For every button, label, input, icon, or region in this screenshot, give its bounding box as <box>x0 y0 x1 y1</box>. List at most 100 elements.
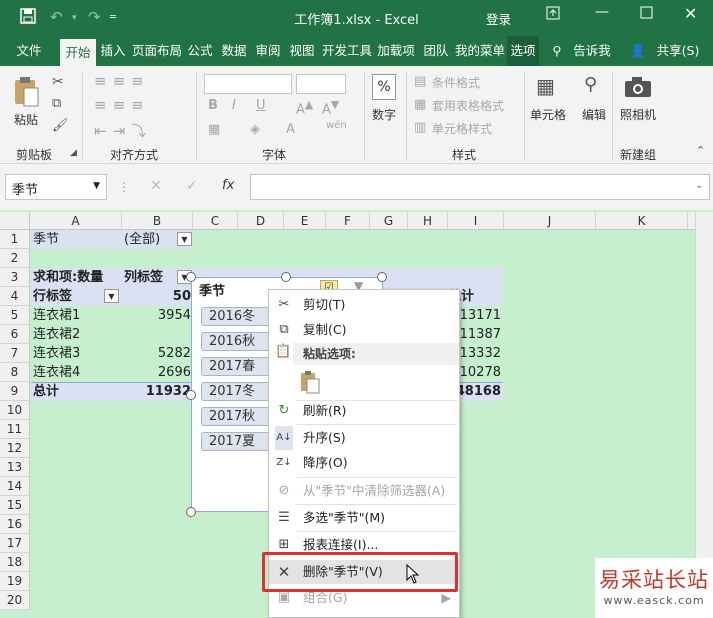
row-header-5[interactable]: 5 <box>0 306 30 325</box>
paste-option-icon[interactable] <box>299 370 323 394</box>
copy-icon[interactable]: ⧉ <box>52 96 61 111</box>
row-header-2[interactable]: 2 <box>0 249 30 268</box>
tab-view[interactable]: 视图 <box>286 36 318 66</box>
editing-icon[interactable]: ⚲ <box>584 74 597 95</box>
phonetic-icon[interactable]: wén <box>326 120 347 131</box>
tab-formulas[interactable]: 公式 <box>184 36 216 66</box>
decrease-font-icon[interactable]: A▼ <box>322 98 339 117</box>
underline-icon[interactable]: U <box>256 98 266 113</box>
login-button[interactable]: 登录 <box>486 9 511 28</box>
tab-addins[interactable]: 加载项 <box>374 36 418 66</box>
maximize-icon[interactable] <box>640 6 653 23</box>
row-header-6[interactable]: 6 <box>0 325 30 344</box>
menu-copy[interactable]: ⧉ 复制(C) <box>269 318 459 342</box>
percent-icon[interactable]: % <box>372 74 396 100</box>
tab-page-layout[interactable]: 页面布局 <box>130 36 184 66</box>
format-painter-icon[interactable]: 🖌 <box>52 118 69 133</box>
row-header-12[interactable]: 12 <box>0 439 30 458</box>
column-header-k[interactable]: K <box>596 212 688 230</box>
minimize-icon[interactable]: — <box>595 4 609 20</box>
column-header-i[interactable]: I <box>448 212 504 230</box>
row-header-20[interactable]: 20 <box>0 591 30 610</box>
cell-style-button[interactable]: 单元格样式 <box>432 120 492 137</box>
resize-handle[interactable] <box>186 507 196 517</box>
resize-handle[interactable] <box>377 272 387 282</box>
camera-icon[interactable] <box>624 76 652 102</box>
vertical-align-icons[interactable]: ≡≡≡ <box>94 72 150 90</box>
resize-handle[interactable] <box>281 272 291 282</box>
increase-font-icon[interactable]: A▲ <box>296 98 313 117</box>
menu-clear-filter[interactable]: ⊘ 从"季节"中清除筛选器(A) <box>269 479 459 503</box>
conditional-format-button[interactable]: 条件格式 <box>432 74 480 91</box>
menu-sort-ascending[interactable]: A↓ 升序(S) <box>269 426 459 450</box>
name-box[interactable]: 季节 ▼ <box>5 174 107 200</box>
paste-icon[interactable] <box>12 76 40 112</box>
vertical-scrollbar[interactable] <box>695 212 713 612</box>
select-all-corner[interactable] <box>0 212 30 230</box>
cell-style-icon[interactable]: ▥ <box>414 120 426 135</box>
row-header-11[interactable]: 11 <box>0 420 30 439</box>
cancel-icon[interactable]: ✕ <box>150 178 162 194</box>
row-header-18[interactable]: 18 <box>0 553 30 572</box>
number-label[interactable]: 数字 <box>372 106 396 123</box>
column-header-f[interactable]: F <box>326 212 370 230</box>
column-header-a[interactable]: A <box>30 212 122 230</box>
clipboard-launcher-icon[interactable]: ◢ <box>70 148 77 158</box>
menu-cut[interactable]: ✂ 剪切(T) <box>269 293 459 317</box>
row-header-9[interactable]: 9 <box>0 382 30 401</box>
row-header-10[interactable]: 10 <box>0 401 30 420</box>
tell-me-input[interactable]: 告诉我 <box>570 36 614 66</box>
share-button[interactable]: 共享(S) <box>648 36 708 66</box>
menu-multiselect[interactable]: ☰ 多选"季节"(M) <box>269 506 459 530</box>
resize-handle[interactable] <box>186 272 196 282</box>
tab-my-menu[interactable]: 我的菜单 <box>454 36 506 66</box>
close-icon[interactable]: ✕ <box>684 4 697 23</box>
font-color-icon[interactable]: A <box>286 122 295 137</box>
row-header-7[interactable]: 7 <box>0 344 30 363</box>
tab-options[interactable]: 选项 <box>507 36 539 66</box>
font-name-select[interactable] <box>204 74 292 94</box>
fill-color-icon[interactable]: ◈ <box>250 122 260 137</box>
camera-button[interactable]: 照相机 <box>620 106 656 123</box>
name-box-dropdown-icon[interactable]: ▼ <box>93 181 100 191</box>
column-header-g[interactable]: G <box>370 212 408 230</box>
cells-icon[interactable]: ▦ <box>536 74 555 98</box>
paste-label[interactable]: 粘贴 <box>14 111 38 128</box>
cells-button[interactable]: 单元格 <box>530 106 566 123</box>
editing-button[interactable]: 编辑 <box>582 106 606 123</box>
tab-team[interactable]: 团队 <box>420 36 452 66</box>
formula-input[interactable]: ⌄ <box>250 174 710 200</box>
column-header-e[interactable]: E <box>284 212 326 230</box>
bold-icon[interactable]: B <box>208 98 218 113</box>
table-format-icon[interactable]: ▦ <box>414 97 426 112</box>
font-size-select[interactable] <box>296 74 346 94</box>
tab-insert[interactable]: 插入 <box>97 36 129 66</box>
column-header-d[interactable]: D <box>238 212 284 230</box>
row-header-4[interactable]: 4 <box>0 287 30 306</box>
row-header-3[interactable]: 3 <box>0 268 30 287</box>
border-icon[interactable]: ▦ <box>208 122 220 137</box>
column-header-h[interactable]: H <box>408 212 448 230</box>
row-header-8[interactable]: 8 <box>0 363 30 382</box>
insert-function-icon[interactable]: fx <box>222 178 234 193</box>
ribbon-display-icon[interactable] <box>546 6 560 24</box>
collapse-ribbon-icon[interactable]: ⌃ <box>696 144 705 157</box>
horizontal-align-icons[interactable]: ≡≡≡ <box>94 96 150 114</box>
row-header-19[interactable]: 19 <box>0 572 30 591</box>
row-header-14[interactable]: 14 <box>0 477 30 496</box>
column-header-b[interactable]: B <box>122 212 193 230</box>
italic-icon[interactable]: I <box>232 98 236 113</box>
table-format-button[interactable]: 套用表格格式 <box>432 97 504 114</box>
indent-icons[interactable]: ⇤⇥⤵ <box>94 120 152 141</box>
row-header-15[interactable]: 15 <box>0 496 30 515</box>
menu-sort-descending[interactable]: Z↓ 降序(O) <box>269 451 459 475</box>
row-label-dropdown-icon[interactable]: ▼ <box>104 289 119 303</box>
row-header-1[interactable]: 1 <box>0 230 30 249</box>
menu-refresh[interactable]: ↻ 刷新(R) <box>269 399 459 423</box>
tab-data[interactable]: 数据 <box>218 36 250 66</box>
row-header-17[interactable]: 17 <box>0 534 30 553</box>
tab-review[interactable]: 审阅 <box>252 36 284 66</box>
tab-developer[interactable]: 开发工具 <box>322 36 372 66</box>
enter-icon[interactable]: ✓ <box>186 178 198 194</box>
column-header-j[interactable]: J <box>504 212 596 230</box>
